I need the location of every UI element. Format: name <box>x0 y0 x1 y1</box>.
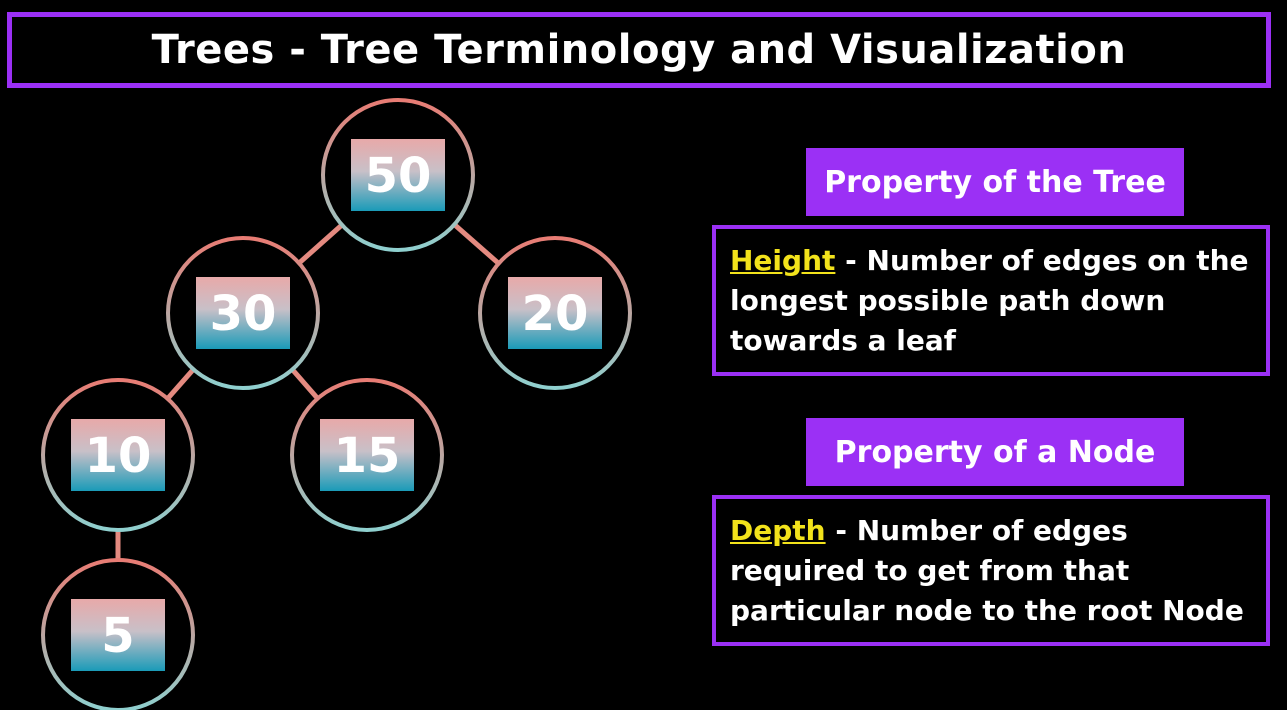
node-property-header-label: Property of a Node <box>834 434 1156 470</box>
tree-property-header: Property of the Tree <box>806 148 1184 216</box>
height-definition-box: Height - Number of edges on the longest … <box>712 225 1270 376</box>
node-value-label: 5 <box>101 608 134 664</box>
depth-definition-box: Depth - Number of edges required to get … <box>712 495 1270 646</box>
node-value-label: 20 <box>522 286 589 342</box>
height-term: Height <box>730 244 836 277</box>
tree-node-10: 10 <box>41 378 195 532</box>
tree-diagram: 50 30 20 10 15 5 <box>41 98 632 710</box>
node-property-header: Property of a Node <box>806 418 1184 486</box>
tree-node-20: 20 <box>478 236 632 390</box>
tree-property-header-label: Property of the Tree <box>824 164 1166 200</box>
title-bar: Trees - Tree Terminology and Visualizati… <box>7 12 1271 88</box>
tree-node-50: 50 <box>321 98 475 252</box>
node-value-label: 50 <box>365 148 432 204</box>
node-value-label: 15 <box>334 428 401 484</box>
node-value-label: 30 <box>210 286 277 342</box>
depth-term: Depth <box>730 514 826 547</box>
tree-node-30: 30 <box>166 236 320 390</box>
tree-node-15: 15 <box>290 378 444 532</box>
tree-node-5: 5 <box>41 558 195 710</box>
page-title: Trees - Tree Terminology and Visualizati… <box>151 27 1127 73</box>
node-value-label: 10 <box>85 428 152 484</box>
